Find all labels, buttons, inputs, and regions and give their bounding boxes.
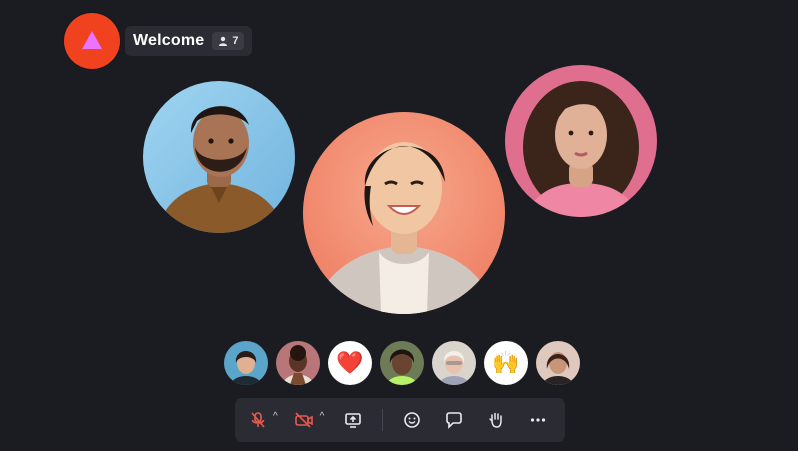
participant-count-badge[interactable]: 7 bbox=[212, 32, 245, 50]
reaction-raised-hands[interactable]: 🙌 bbox=[484, 341, 528, 385]
mic-off-icon bbox=[251, 412, 265, 428]
avatar bbox=[276, 341, 320, 385]
raised-hands-icon: 🙌 bbox=[492, 350, 520, 375]
more-icon bbox=[530, 418, 546, 422]
reaction-heart[interactable]: ❤️ bbox=[328, 341, 372, 385]
reaction-avatar-1[interactable] bbox=[224, 341, 268, 385]
participant-video-3[interactable] bbox=[505, 65, 657, 217]
reaction-avatar-4[interactable] bbox=[432, 341, 476, 385]
avatar bbox=[432, 341, 476, 385]
participant-count: 7 bbox=[232, 35, 239, 47]
participant-video-2[interactable] bbox=[303, 112, 505, 314]
toolbar-divider bbox=[382, 409, 384, 431]
room-logo[interactable] bbox=[64, 13, 120, 69]
reaction-avatar-5[interactable] bbox=[536, 341, 580, 385]
share-screen-button[interactable] bbox=[340, 405, 366, 435]
reaction-avatar-3[interactable] bbox=[380, 341, 424, 385]
raise-hand-icon bbox=[489, 412, 502, 428]
reactions-button[interactable] bbox=[399, 405, 425, 435]
more-options-button[interactable] bbox=[525, 405, 551, 435]
reaction-avatar-2[interactable] bbox=[276, 341, 320, 385]
room-title: Welcome bbox=[133, 32, 205, 49]
avatar bbox=[380, 341, 424, 385]
camera-off-icon bbox=[294, 412, 313, 428]
reaction-strip: ❤️ 🙌 bbox=[224, 341, 580, 385]
avatar bbox=[303, 112, 505, 314]
room-title-chip[interactable]: Welcome 7 bbox=[125, 26, 253, 56]
camera-toggle-button[interactable]: ^ bbox=[294, 405, 325, 435]
triangle-icon bbox=[82, 31, 102, 49]
avatar bbox=[224, 341, 268, 385]
share-screen-icon bbox=[345, 413, 362, 428]
raise-hand-button[interactable] bbox=[483, 405, 509, 435]
chevron-up-icon[interactable]: ^ bbox=[273, 412, 278, 422]
avatar bbox=[536, 341, 580, 385]
chevron-up-icon[interactable]: ^ bbox=[320, 412, 325, 422]
chat-button[interactable] bbox=[441, 405, 467, 435]
mic-toggle-button[interactable]: ^ bbox=[249, 405, 278, 435]
emoji-icon bbox=[404, 412, 420, 428]
chat-icon bbox=[446, 412, 462, 429]
call-toolbar: ^ ^ bbox=[235, 398, 565, 442]
avatar bbox=[143, 81, 295, 233]
person-icon bbox=[219, 36, 228, 46]
avatar bbox=[505, 65, 657, 217]
heart-icon: ❤️ bbox=[336, 350, 364, 375]
participant-video-1[interactable] bbox=[143, 81, 295, 233]
meeting-stage: Welcome 7 ❤️ 🙌 ^ ^ bbox=[0, 0, 798, 451]
